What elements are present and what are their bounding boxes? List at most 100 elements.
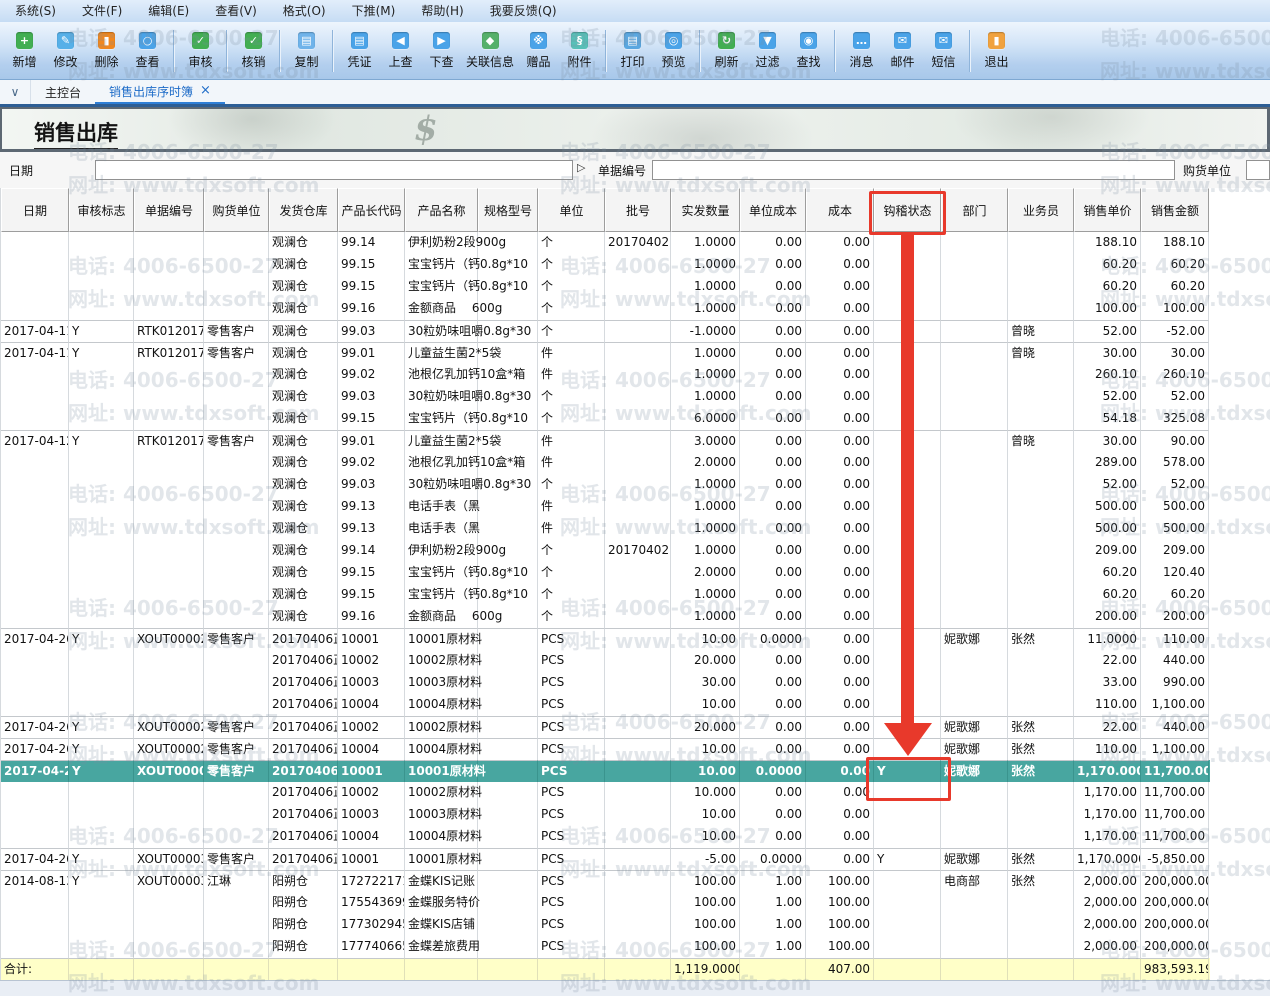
table-row[interactable]: 观澜仓99.15宝宝钙片（钙0.8g*10个1.00000.000.0060.2… [1,584,1210,606]
edit-button[interactable]: ✎修改 [45,29,86,72]
view-magnifier-button[interactable]: ○查看 [127,29,168,72]
column-header[interactable]: 单位 [538,188,605,232]
audit-check-button[interactable]: ✓审核 [180,29,221,72]
table-row[interactable]: 观澜仓99.15宝宝钙片（钙0.8g*10个6.00000.000.0054.1… [1,408,1210,430]
column-header[interactable]: 审核标志 [69,188,134,232]
table-row[interactable]: 观澜仓99.14伊利奶粉2段900g个201704021.00000.000.0… [1,540,1210,562]
expand-triangle-icon[interactable]: ▷ [577,161,585,174]
customer-filter-input[interactable] [1246,160,1270,180]
column-header[interactable]: 购货单位 [204,188,269,232]
chevron-down-icon[interactable]: ∨ [0,80,31,104]
table-row[interactable]: 2014-08-13YXOUT000032江琳阳朔仓17272217141金蝶K… [1,870,1210,892]
total-row[interactable]: 合计:1,119.0000407.00983,593.19 [1,958,1210,980]
table-row[interactable]: 观澜仓99.13电话手表（黑件1.00000.000.00500.00500.0… [1,496,1210,518]
filter-button[interactable]: ▼过滤 [747,29,788,72]
table-row[interactable]: 阳朔仓17554369966金蝶服务特价PCS100.001.00100.002… [1,892,1210,914]
table-row[interactable]: 20170406正品1000210002原材料PCS20.0000.000.00… [1,650,1210,672]
voucher-button[interactable]: ▤凭证 [339,29,380,72]
table-row[interactable]: 2017-04-26YXOUT000030零售客户20170406正品10001… [1,760,1210,782]
cell: Y [69,870,134,892]
cell [874,408,941,430]
table-row[interactable]: 20170406正品1000410004原材料PCS10.000.000.001… [1,826,1210,848]
column-header[interactable]: 钩稽状态 [874,188,941,232]
table-row[interactable]: 观澜仓99.02池根亿乳加钙10盒*箱件2.00000.000.00289.00… [1,452,1210,474]
table-row[interactable]: 观澜仓99.15宝宝钙片（钙0.8g*10个2.00000.000.0060.2… [1,562,1210,584]
cell: 10002 [338,782,405,804]
table-row[interactable]: 观澜仓99.14伊利奶粉2段900g个201704021.00000.000.0… [1,232,1210,254]
related-info-button[interactable]: ◆关联信息 [462,29,518,72]
menu-pushdown[interactable]: 下推(M) [339,0,409,22]
table-row[interactable]: 2017-04-26YXOUT000031零售客户20170406正品10001… [1,848,1210,870]
cell: 1.0000 [671,606,740,628]
lookup-down-button[interactable]: ▶下查 [421,29,462,72]
sms-button[interactable]: ✉短信 [923,29,964,72]
table-row[interactable]: 观澜仓99.0330粒奶味咀嚼0.8g*30个1.00000.000.0052.… [1,386,1210,408]
toolbar-separator [834,30,836,72]
table-row[interactable]: 2017-04-26YXOUT000029零售客户20170406正品10004… [1,738,1210,760]
refresh-button[interactable]: ↻刷新 [706,29,747,72]
exit-button[interactable]: ▮退出 [976,29,1017,72]
column-header[interactable]: 销售金额 [1141,188,1209,232]
column-header[interactable]: 产品名称 [405,188,478,232]
table-row[interactable]: 观澜仓99.16金额商品 600g个1.00000.000.00200.0020… [1,606,1210,628]
date-filter-input[interactable] [95,160,573,180]
copy-button[interactable]: ▤复制 [286,29,327,72]
cell: 2017-04-26 [1,848,69,870]
close-icon[interactable]: × [200,85,211,97]
cell: 宝宝钙片（钙0.8g*10 [405,408,478,430]
writeoff-check-button[interactable]: ✓核销 [233,29,274,72]
column-header[interactable]: 单位成本 [740,188,806,232]
table-row[interactable]: 20170406正品1000310003原材料PCS30.000.000.003… [1,672,1210,694]
doc-no-filter-input[interactable] [652,160,1175,180]
cell: 个 [538,408,605,430]
lookup-up-button[interactable]: ◀上查 [380,29,421,72]
table-row[interactable]: 观澜仓99.15宝宝钙片（钙0.8g*10个1.00000.000.0060.2… [1,254,1210,276]
table-row[interactable]: 阳朔仓17774066539金蝶差旅费用PCS100.001.00100.002… [1,936,1210,958]
table-row[interactable]: 2017-04-11YRTK01201704零售客户观澜仓99.01儿童益生菌2… [1,342,1210,364]
table-row[interactable]: 观澜仓99.13电话手表（黑件1.00000.000.00500.00500.0… [1,518,1210,540]
table-row[interactable]: 观澜仓99.0330粒奶味咀嚼0.8g*30个1.00000.000.0052.… [1,474,1210,496]
menu-feedback[interactable]: 我要反馈(Q) [477,0,570,22]
column-header[interactable]: 销售单价 [1074,188,1141,232]
tab-sales-outbound[interactable]: 销售出库序时簿 × [95,80,225,104]
column-header[interactable]: 规格型号 [478,188,538,232]
menu-format[interactable]: 格式(O) [270,0,339,22]
table-row[interactable]: 阳朔仓17730294548金蝶KIS店铺PCS100.001.00100.00… [1,914,1210,936]
gift-button[interactable]: ※赠品 [518,29,559,72]
find-button[interactable]: ◉查找 [788,29,829,72]
table-row[interactable]: 观澜仓99.15宝宝钙片（钙0.8g*10个1.00000.000.0060.2… [1,276,1210,298]
menu-system[interactable]: 系统(S) [2,0,69,22]
table-row[interactable]: 20170406正品1000410004原材料PCS10.000.000.001… [1,694,1210,716]
column-header[interactable]: 业务员 [1008,188,1074,232]
table-row[interactable]: 2017-04-26YXOUT000028零售客户20170406正品10002… [1,716,1210,738]
menu-edit[interactable]: 编辑(E) [135,0,202,22]
column-header[interactable]: 实发数量 [671,188,740,232]
table-row[interactable]: 20170406正品1000310003原材料PCS10.000.000.001… [1,804,1210,826]
column-header[interactable]: 产品长代码 [338,188,405,232]
menu-file[interactable]: 文件(F) [69,0,135,22]
column-header[interactable]: 成本 [806,188,874,232]
column-header[interactable]: 单据编号 [134,188,204,232]
cell [478,892,538,914]
table-row[interactable]: 2017-04-26YXOUT000027零售客户20170406正品10001… [1,628,1210,650]
tab-home[interactable]: 主控台 [31,80,95,104]
column-header[interactable]: 部门 [941,188,1008,232]
table-row[interactable]: 2017-04-11YRTK01201704零售客户观澜仓99.0330粒奶味咀… [1,320,1210,342]
menu-help[interactable]: 帮助(H) [408,0,476,22]
table-row[interactable]: 观澜仓99.02池根亿乳加钙10盒*箱件1.00000.000.00260.10… [1,364,1210,386]
column-header[interactable]: 发货仓库 [269,188,338,232]
column-header[interactable]: 日期 [1,188,69,232]
print-button[interactable]: ▤打印 [612,29,653,72]
mail-button[interactable]: ✉邮件 [882,29,923,72]
table-row[interactable]: 20170406正品1000210002原材料PCS10.0000.000.00… [1,782,1210,804]
add-button[interactable]: +新增 [4,29,45,72]
trash-button[interactable]: ▮删除 [86,29,127,72]
table-row[interactable]: 观澜仓99.16金额商品 600g个1.00000.000.00100.0010… [1,298,1210,320]
message-button[interactable]: …消息 [841,29,882,72]
column-header[interactable]: 批号 [605,188,671,232]
attachment-button[interactable]: §附件 [559,29,600,72]
cell: 0.0000 [740,760,806,782]
menu-view[interactable]: 查看(V) [202,0,270,22]
preview-button[interactable]: ◎预览 [653,29,694,72]
table-row[interactable]: 2017-04-12YRTK01201704零售客户观澜仓99.01儿童益生菌2… [1,430,1210,452]
